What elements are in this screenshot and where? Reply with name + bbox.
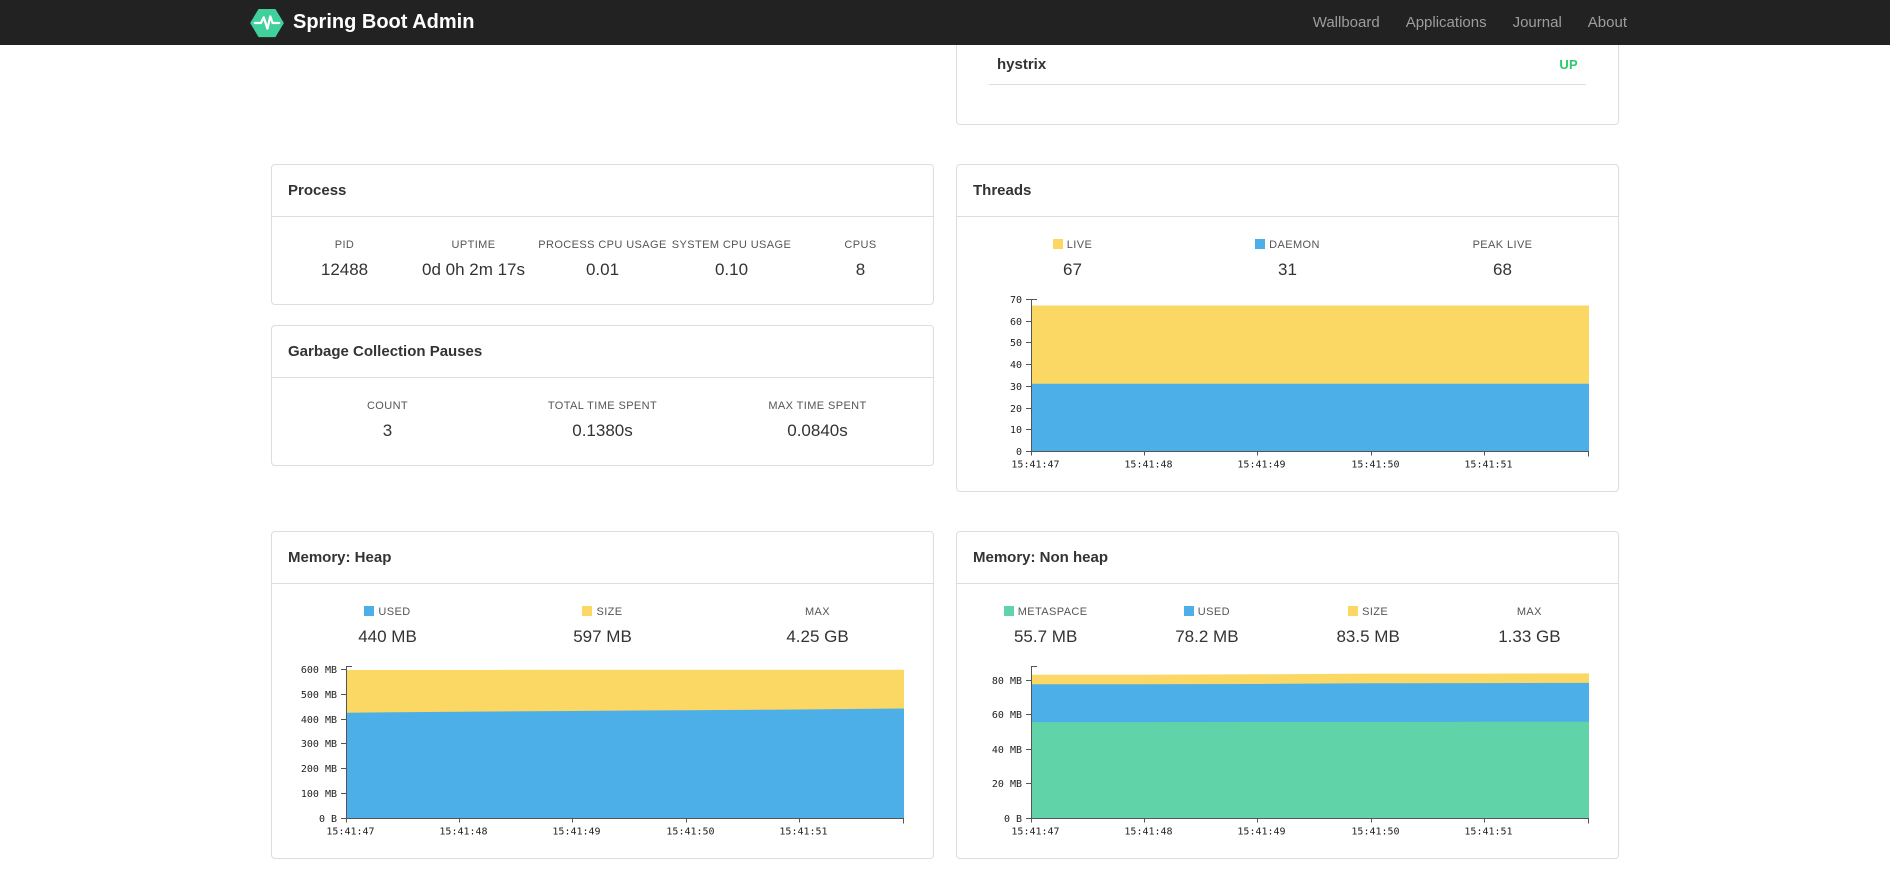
metric-gc-max-time: MAX TIME SPENT 0.0840s	[768, 400, 867, 440]
nav-links: Wallboard Applications Journal About	[1300, 14, 1640, 31]
svg-text:15:41:48: 15:41:48	[439, 827, 487, 838]
metric-threads-daemon: DAEMON 31	[1180, 239, 1395, 280]
svg-text:15:41:51: 15:41:51	[779, 827, 827, 838]
nav-link-applications[interactable]: Applications	[1393, 14, 1500, 31]
metric-heap-size: SIZE 597 MB	[573, 606, 632, 646]
size-legend-swatch	[582, 606, 593, 616]
svg-text:15:41:49: 15:41:49	[1237, 460, 1285, 471]
memory-heap-panel: Memory: Heap USED 440 MB SIZE 597 MB MAX…	[271, 531, 934, 859]
spring-boot-admin-logo-icon	[250, 8, 284, 37]
svg-text:15:41:47: 15:41:47	[326, 827, 374, 838]
metric-nonheap-metaspace: METASPACE 55.7 MB	[965, 606, 1126, 647]
process-panel-title: Process	[272, 165, 933, 217]
process-metrics: PID 12488 UPTIME 0d 0h 2m 17s PROCESS CP…	[272, 217, 933, 290]
metaspace-legend-swatch	[1003, 606, 1014, 616]
svg-text:80 MB: 80 MB	[992, 676, 1022, 687]
threads-panel-title: Threads	[957, 165, 1618, 217]
memory-nonheap-chart: 0 B 20 MB 40 MB 60 MB 80 MB 15:41:47 15:41:48 1…	[957, 657, 1618, 858]
metric-heap-used: USED 440 MB	[358, 606, 417, 646]
metric-nonheap-max: MAX 1.33 GB	[1498, 606, 1561, 646]
svg-text:70: 70	[1010, 295, 1022, 306]
memory-nonheap-panel-title: Memory: Non heap	[957, 532, 1618, 584]
metric-pid: PID 12488	[320, 239, 369, 279]
svg-text:500 MB: 500 MB	[301, 690, 337, 701]
heap-legend: USED 440 MB SIZE 597 MB MAX 4.25 GB	[272, 584, 933, 657]
svg-text:0 B: 0 B	[1004, 814, 1022, 825]
metric-cpus: CPUS 8	[844, 239, 877, 279]
memory-heap-panel-title: Memory: Heap	[272, 532, 933, 584]
process-panel: Process PID 12488 UPTIME 0d 0h 2m 17s PR…	[271, 164, 934, 305]
metric-threads-live: LIVE 67	[965, 239, 1180, 280]
svg-text:10: 10	[1010, 425, 1022, 436]
svg-text:15:41:49: 15:41:49	[1237, 827, 1285, 838]
metric-nonheap-size: SIZE 83.5 MB	[1336, 606, 1400, 646]
metric-uptime: UPTIME 0d 0h 2m 17s	[421, 239, 525, 279]
daemon-legend-swatch	[1255, 239, 1266, 249]
svg-text:15:41:51: 15:41:51	[1464, 827, 1512, 838]
memory-heap-chart: 0 B 100 MB 200 MB 300 MB 400 MB 500 MB 600 MB 1…	[272, 657, 933, 858]
nav-link-about[interactable]: About	[1575, 14, 1640, 31]
svg-text:15:41:49: 15:41:49	[552, 827, 600, 838]
nav-link-journal[interactable]: Journal	[1500, 14, 1575, 31]
metric-gc-total-time: TOTAL TIME SPENT 0.1380s	[547, 400, 658, 440]
svg-text:0: 0	[1016, 447, 1022, 458]
svg-text:40: 40	[1010, 360, 1022, 371]
used-legend-swatch	[364, 606, 375, 616]
svg-text:200 MB: 200 MB	[301, 764, 337, 775]
metric-process-cpu-usage: PROCESS CPU USAGE 0.01	[538, 239, 667, 279]
application-status-badge: UP	[1559, 57, 1578, 72]
svg-text:15:41:47: 15:41:47	[1011, 460, 1059, 471]
used-legend-swatch	[1183, 606, 1194, 616]
svg-text:0 B: 0 B	[319, 814, 337, 825]
gc-metrics: COUNT 3 TOTAL TIME SPENT 0.1380s MAX TIM…	[272, 378, 933, 451]
svg-text:20 MB: 20 MB	[992, 779, 1022, 790]
svg-text:15:41:50: 15:41:50	[666, 827, 714, 838]
metric-heap-max: MAX 4.25 GB	[786, 606, 849, 646]
svg-text:15:41:47: 15:41:47	[1011, 827, 1059, 838]
svg-text:20: 20	[1010, 404, 1022, 415]
gc-pauses-panel: Garbage Collection Pauses COUNT 3 TOTAL …	[271, 325, 934, 466]
brand-link[interactable]: Spring Boot Admin	[250, 8, 474, 38]
application-name: hystrix	[997, 56, 1047, 73]
svg-text:100 MB: 100 MB	[301, 789, 337, 800]
brand-title: Spring Boot Admin	[293, 11, 475, 33]
threads-legend: LIVE 67 DAEMON 31 PEAK LIVE 68	[957, 217, 1618, 290]
svg-text:40 MB: 40 MB	[992, 745, 1022, 756]
svg-text:60 MB: 60 MB	[992, 710, 1022, 721]
empty-left-spacer	[271, 45, 934, 125]
nav-link-wallboard[interactable]: Wallboard	[1300, 14, 1393, 31]
gc-panel-title: Garbage Collection Pauses	[272, 326, 933, 378]
svg-text:15:41:50: 15:41:50	[1351, 460, 1399, 471]
svg-text:300 MB: 300 MB	[301, 739, 337, 750]
svg-text:15:41:50: 15:41:50	[1351, 827, 1399, 838]
memory-nonheap-panel: Memory: Non heap METASPACE 55.7 MB USED …	[956, 531, 1619, 859]
svg-text:600 MB: 600 MB	[301, 665, 337, 676]
nonheap-legend: METASPACE 55.7 MB USED 78.2 MB SIZE 83.5…	[957, 584, 1618, 657]
svg-text:30: 30	[1010, 382, 1022, 393]
threads-chart: 0 10 20 30 40 50 60 70 15:41:47 15:41:48 15:41:49 1…	[957, 290, 1618, 491]
top-navbar: Spring Boot Admin Wallboard Applications…	[0, 0, 1890, 45]
metric-system-cpu-usage: SYSTEM CPU USAGE 0.10	[671, 239, 792, 279]
threads-panel: Threads LIVE 67 DAEMON 31 PEAK LIVE 68 0…	[956, 164, 1619, 492]
svg-text:15:41:48: 15:41:48	[1124, 460, 1172, 471]
application-row[interactable]: hystrix UP	[957, 45, 1618, 84]
svg-text:15:41:51: 15:41:51	[1464, 460, 1512, 471]
metric-nonheap-used: USED 78.2 MB	[1175, 606, 1239, 646]
metric-threads-peak-live: PEAK LIVE 68	[1472, 239, 1533, 279]
size-legend-swatch	[1348, 606, 1359, 616]
svg-text:400 MB: 400 MB	[301, 715, 337, 726]
svg-text:50: 50	[1010, 338, 1022, 349]
metric-gc-count: COUNT 3	[366, 400, 409, 440]
svg-text:60: 60	[1010, 317, 1022, 328]
application-status-panel: hystrix UP	[956, 45, 1619, 125]
svg-text:15:41:48: 15:41:48	[1124, 827, 1172, 838]
live-legend-swatch	[1052, 239, 1063, 249]
